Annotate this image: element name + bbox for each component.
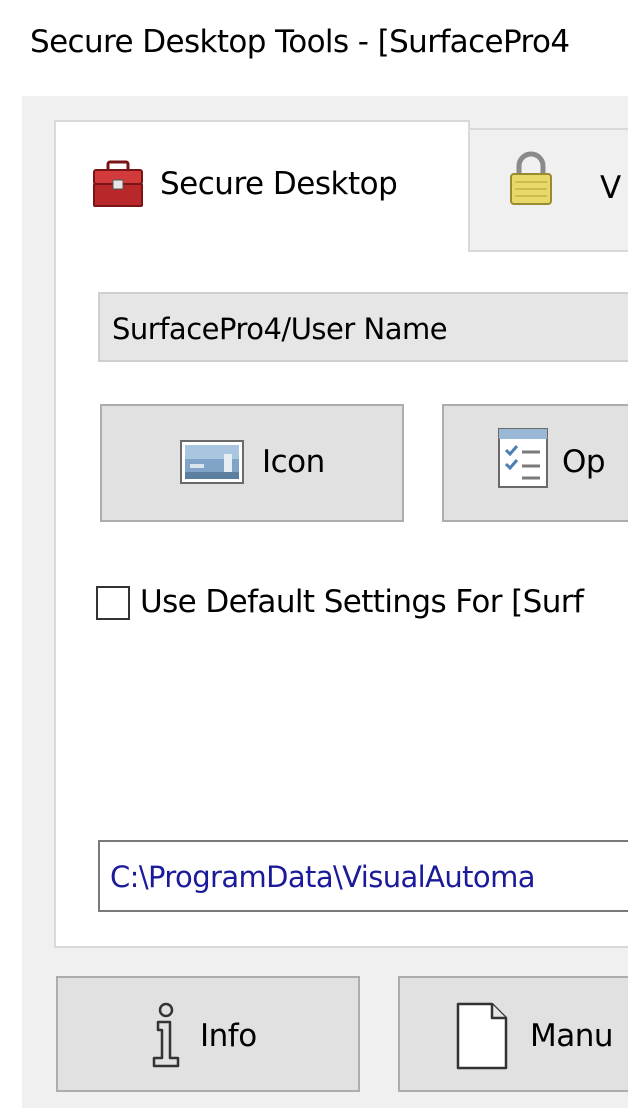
data-path-field[interactable]: C:\ProgramData\VisualAutoma <box>98 840 628 912</box>
info-icon <box>148 1002 184 1068</box>
default-settings-label: Use Default Settings For [Surf <box>140 584 584 620</box>
default-settings-checkbox[interactable] <box>96 586 130 620</box>
options-button[interactable]: Op <box>442 404 628 522</box>
user-select-dropdown[interactable]: SurfacePro4/User Name <box>98 292 628 362</box>
button-label: Icon <box>262 444 325 480</box>
secure-desktop-panel: SurfacePro4/User Name Icon Op Use Defaul… <box>54 250 628 948</box>
user-select-value: SurfacePro4/User Name <box>112 312 448 346</box>
tab-label: V <box>600 170 622 206</box>
default-settings-option[interactable]: Use Default Settings For [Surf <box>96 584 628 624</box>
window-title: Secure Desktop Tools - [SurfacePro4 <box>30 24 570 60</box>
icon-button[interactable]: Icon <box>100 404 404 522</box>
tab-second[interactable]: V <box>468 128 628 250</box>
checklist-icon <box>498 428 548 488</box>
picture-icon <box>180 440 244 484</box>
secure-desktop-tools-window: Secure Desktop Tools - [SurfacePro4 Secu… <box>0 0 628 1108</box>
document-icon <box>456 1002 508 1070</box>
title-bar[interactable]: Secure Desktop Tools - [SurfacePro4 <box>0 0 628 96</box>
tab-label: Secure Desktop <box>160 166 398 202</box>
manual-button[interactable]: Manu <box>398 976 628 1092</box>
tab-strip: Secure Desktop V <box>22 96 628 256</box>
padlock-icon <box>508 150 554 206</box>
tab-secure-desktop[interactable]: Secure Desktop <box>54 120 470 252</box>
toolbox-icon <box>92 160 144 208</box>
client-area: Secure Desktop V SurfacePro4/User Name I… <box>22 96 628 1108</box>
button-label: Info <box>200 1018 257 1054</box>
button-label: Op <box>562 444 606 480</box>
info-button[interactable]: Info <box>56 976 360 1092</box>
data-path-value: C:\ProgramData\VisualAutoma <box>110 860 535 894</box>
button-label: Manu <box>530 1018 614 1054</box>
